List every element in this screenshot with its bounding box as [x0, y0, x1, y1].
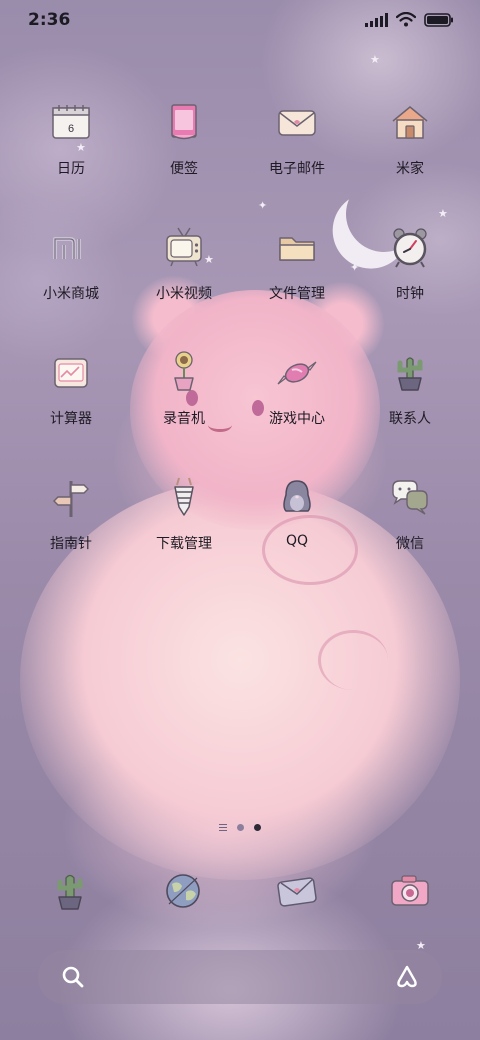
- app-calendar[interactable]: 6 日历: [16, 98, 126, 178]
- search-bar[interactable]: [38, 950, 442, 1004]
- status-time: 2:36: [28, 10, 71, 30]
- dock-app-cactus[interactable]: [45, 866, 95, 916]
- battery-icon: [424, 12, 453, 27]
- rocket-icon: [159, 473, 209, 523]
- penguin-icon: [272, 473, 322, 523]
- app-mi-video[interactable]: 小米视频: [129, 223, 239, 303]
- app-label: 指南针: [50, 536, 92, 552]
- app-label: 便签: [170, 161, 198, 177]
- star-icon: ★: [438, 207, 448, 220]
- app-file-manager[interactable]: 文件管理: [242, 223, 352, 303]
- calendar-date: 6: [68, 123, 74, 135]
- app-label: 电子邮件: [269, 161, 325, 177]
- app-notes[interactable]: 便签: [129, 98, 239, 178]
- folder-icon: [272, 223, 322, 273]
- page-dot-active[interactable]: [254, 824, 261, 831]
- email-icon: [272, 98, 322, 148]
- app-mi-home[interactable]: 米家: [355, 98, 465, 178]
- app-calculator[interactable]: 计算器: [16, 348, 126, 428]
- app-mi-store[interactable]: 小米商城: [16, 223, 126, 303]
- star-icon: ★: [370, 53, 380, 66]
- notes-icon: [159, 98, 209, 148]
- assistant-icon[interactable]: [394, 964, 420, 990]
- app-download-manager[interactable]: 下载管理: [129, 473, 239, 553]
- app-label: 时钟: [396, 286, 424, 302]
- globe-icon: [166, 874, 200, 908]
- app-label: 联系人: [389, 411, 431, 427]
- app-label: 计算器: [50, 411, 92, 427]
- camera-icon: [391, 875, 429, 906]
- search-icon[interactable]: [60, 964, 86, 990]
- dock-app-camera[interactable]: [385, 866, 435, 916]
- status-icons: [365, 12, 454, 27]
- dock-app-envelope[interactable]: [272, 866, 322, 916]
- signal-icon: [365, 12, 388, 27]
- app-label: 日历: [57, 161, 85, 177]
- app-label: 录音机: [163, 411, 205, 427]
- calendar-icon: 6: [46, 98, 96, 148]
- list-icon[interactable]: [219, 824, 227, 831]
- home-icon: [385, 98, 435, 148]
- app-label: 小米商城: [43, 286, 99, 302]
- app-wechat[interactable]: 微信: [355, 473, 465, 553]
- app-label: QQ: [285, 533, 309, 549]
- cactus-icon: [385, 348, 435, 398]
- wifi-icon: [396, 12, 416, 27]
- alarm-clock-icon: [385, 223, 435, 273]
- app-label: 微信: [396, 536, 424, 552]
- page-indicator[interactable]: [0, 824, 480, 831]
- app-label: 下载管理: [156, 536, 212, 552]
- bear-arm: [318, 630, 388, 690]
- cactus-pot-icon: [57, 874, 83, 910]
- app-contacts[interactable]: 联系人: [355, 348, 465, 428]
- signpost-icon: [46, 473, 96, 523]
- app-label: 游戏中心: [269, 411, 325, 427]
- app-clock[interactable]: 时钟: [355, 223, 465, 303]
- app-recorder[interactable]: 录音机: [129, 348, 239, 428]
- chat-bubbles-icon: [385, 473, 435, 523]
- star-icon: ✦: [258, 199, 268, 212]
- envelope-icon: [277, 877, 317, 907]
- app-label: 文件管理: [269, 286, 325, 302]
- status-bar: 2:36: [0, 0, 480, 40]
- tv-icon: [159, 223, 209, 273]
- app-label: 小米视频: [156, 286, 212, 302]
- calculator-icon: [46, 348, 96, 398]
- app-email[interactable]: 电子邮件: [242, 98, 352, 178]
- mi-store-icon: [46, 223, 96, 273]
- page-dot[interactable]: [237, 824, 244, 831]
- app-compass[interactable]: 指南针: [16, 473, 126, 553]
- sunflower-recorder-icon: [159, 348, 209, 398]
- app-label: 米家: [396, 161, 424, 177]
- dock-app-globe[interactable]: [158, 866, 208, 916]
- candy-icon: [272, 348, 322, 398]
- app-game-center[interactable]: 游戏中心: [242, 348, 352, 428]
- app-qq[interactable]: QQ: [242, 473, 352, 549]
